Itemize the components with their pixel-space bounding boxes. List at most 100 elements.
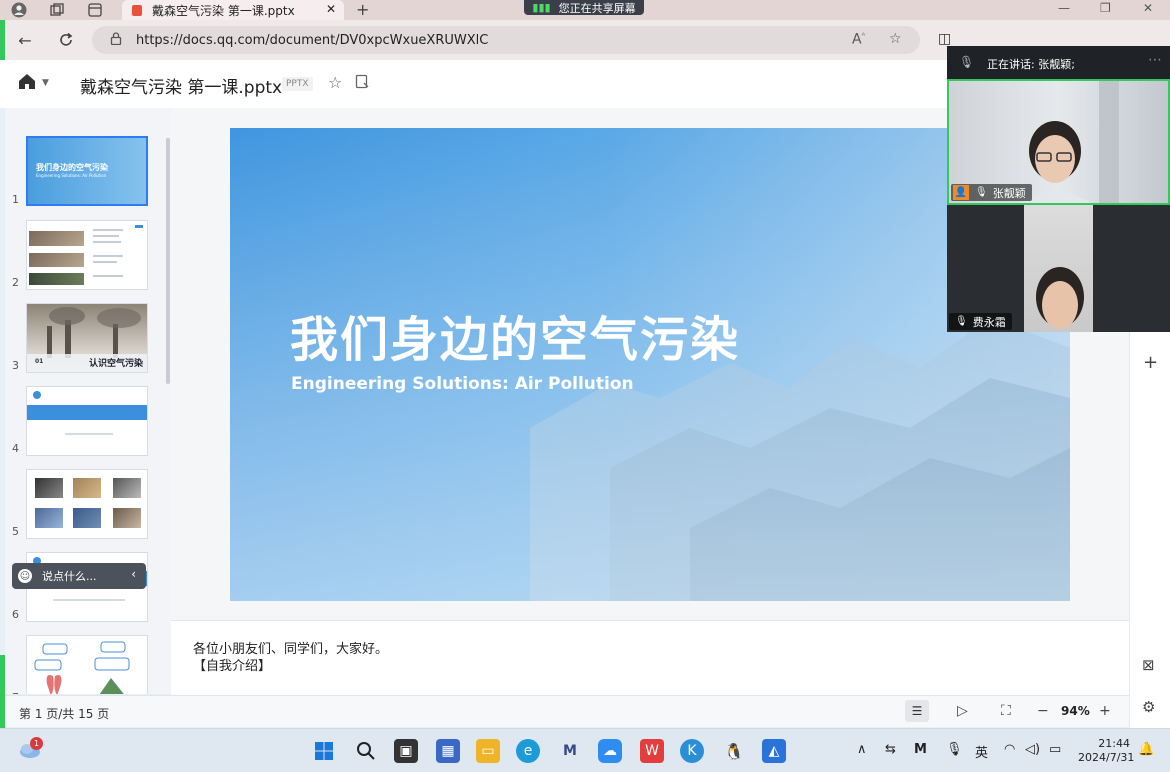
document-title[interactable]: 戴森空气污染 第一课.pptx (80, 73, 282, 98)
thumbnail-number: 6 (12, 608, 19, 621)
mini-image (29, 231, 84, 246)
store-icon[interactable]: ▦ (436, 739, 460, 763)
thumbnail-number: 1 (12, 193, 19, 206)
host-avatar-icon: 👤 (953, 185, 969, 200)
tray-m-icon[interactable]: M (914, 742, 927, 757)
participant-1-name: 张靓颖 (992, 186, 1026, 200)
smiley-icon[interactable]: ☺ (18, 569, 32, 583)
speaking-label: 正在讲话: 张靓颖; (987, 58, 1075, 71)
qq-penguin-icon[interactable]: 🐧 (722, 739, 746, 763)
windows-start-icon[interactable] (312, 739, 336, 763)
zoom-in-icon[interactable]: + (1099, 703, 1111, 719)
thumbnail-slide-7[interactable] (26, 635, 148, 694)
mini-image (29, 253, 84, 267)
clock-time: 21:44 (1098, 737, 1130, 750)
thumbnail-number: 3 (12, 359, 19, 372)
wps-office-icon[interactable]: W (640, 739, 664, 763)
chat-placeholder[interactable]: 说点什么... (42, 568, 97, 584)
volume-icon[interactable]: ◁) (1025, 742, 1040, 757)
microphone-icon[interactable]: 🎙 (959, 55, 974, 69)
tray-expand-icon[interactable]: ∧ (857, 742, 867, 757)
mindmap-illustration (34, 641, 130, 694)
speaker-notes[interactable]: 各位小朋友们、同学们，大家好。 【自我介绍】 (171, 620, 1129, 695)
restore-icon[interactable]: ❐ (1100, 1, 1111, 15)
mini-image (29, 273, 84, 285)
notification-icon[interactable]: 🔔 (1138, 742, 1154, 757)
zoom-out-icon[interactable]: − (1037, 703, 1049, 719)
status-bar: 第 1 页/共 15 页 ☰ ▷ ⛶ − 94% + (5, 695, 1129, 727)
thumbnail-slide-1[interactable]: 我们身边的空气污染 Engineering Solutions: Air Pol… (26, 136, 148, 206)
slide-subtitle: Engineering Solutions: Air Pollution (291, 374, 634, 394)
window-close-icon[interactable]: ✕ (1143, 1, 1153, 15)
chevron-down-icon[interactable]: ▼ (42, 78, 49, 88)
refresh-icon[interactable] (55, 29, 77, 51)
chevron-left-icon[interactable]: ‹ (131, 567, 136, 581)
current-slide[interactable]: 我们身边的空气污染 Engineering Solutions: Air Pol… (230, 128, 1070, 601)
ime-language[interactable]: 英 (975, 742, 988, 761)
thumbnail-scrollbar[interactable] (166, 138, 170, 384)
back-arrow-icon[interactable]: ← (14, 29, 36, 51)
more-options-icon[interactable]: ⋯ (1148, 52, 1162, 68)
play-slideshow-icon[interactable]: ▷ (957, 703, 968, 719)
favorite-star-icon[interactable]: ☆ (889, 31, 902, 47)
file-explorer-icon[interactable]: ▭ (476, 739, 500, 763)
video-tile-participant-1[interactable]: 👤 🎙 张靓颖 (947, 79, 1170, 205)
split-screen-icon[interactable]: ◫ (938, 31, 951, 47)
thumbnail-slide-3[interactable]: 01 认识空气污染 (26, 303, 148, 373)
thumbnail-slide-5[interactable] (26, 469, 148, 539)
mic-muted-icon: 🎙 (955, 316, 968, 327)
wifi-icon[interactable]: ◠ (1004, 742, 1015, 757)
tray-mic-icon[interactable]: 🎙 (946, 742, 963, 757)
edge-browser-icon[interactable]: e (516, 739, 540, 763)
home-icon[interactable] (18, 73, 36, 95)
screenshot-icon[interactable]: ⊠ (1142, 656, 1155, 674)
read-aloud-icon[interactable]: Aᴬ (852, 31, 865, 48)
minimize-icon[interactable]: — (1058, 1, 1070, 15)
signal-bars-icon: ▮▮▮ (532, 1, 551, 14)
cloud-app-icon[interactable]: ☁ (598, 739, 622, 763)
fit-screen-icon[interactable]: ⛶ (1001, 703, 1011, 719)
thumbnail-3-section-number: 01 (35, 358, 44, 365)
thumbnail-slide-2[interactable] (26, 220, 148, 290)
profile-icon[interactable] (8, 0, 30, 20)
participant-2-video (1024, 205, 1093, 332)
add-icon[interactable]: + (1143, 352, 1158, 373)
tab-close-icon[interactable]: ✕ (326, 2, 336, 16)
tab-active-document[interactable]: 戴森空气污染 第一课.pptx ✕ (122, 0, 344, 20)
new-tab-button[interactable]: + (356, 0, 369, 19)
clock-date: 2024/7/31 (1078, 751, 1135, 764)
tab-actions-icon[interactable] (86, 1, 104, 19)
thumbnail-number: 7 (12, 691, 19, 694)
mic-on-icon: 🎙 (975, 187, 988, 198)
task-view-icon[interactable]: ▣ (394, 739, 418, 763)
address-bar[interactable]: https://docs.qq.com/document/DV0xpcWxueX… (92, 26, 920, 54)
thumbnail-1-title: 我们身边的空气污染 (36, 163, 108, 172)
chat-input-bubble[interactable]: ☺ 说点什么... ‹ (12, 563, 146, 589)
system-clock[interactable]: 21:44 2024/7/31 (1078, 737, 1135, 765)
star-icon[interactable]: ☆ (328, 73, 342, 92)
thumbnail-number: 5 (12, 525, 19, 538)
battery-icon[interactable]: ▭ (1049, 742, 1061, 757)
notes-line-2[interactable]: 【自我介绍】 (193, 655, 271, 674)
thumbnail-number: 4 (12, 442, 19, 455)
thumbnail-1-subtitle: Engineering Solutions: Air Pollution (36, 173, 107, 178)
notes-toggle-icon[interactable]: ☰ (905, 700, 929, 722)
weather-notification-badge: 1 (30, 737, 43, 750)
thumbnail-slide-4[interactable] (26, 386, 148, 456)
settings-gear-icon[interactable]: ⚙ (1142, 698, 1155, 716)
kugou-icon[interactable]: K (680, 739, 704, 763)
photos-icon[interactable]: ◭ (762, 739, 786, 763)
bookmark-tag-icon[interactable] (355, 74, 370, 93)
search-icon[interactable] (354, 739, 378, 763)
windows-taskbar: 1 ▣ ▦ ▭ e M ☁ W K 🐧 ◭ ∧ ⇆ M 🎙 英 ◠ ◁) ▭ 2… (0, 728, 1170, 772)
tencent-meeting-m-icon[interactable]: M (558, 739, 582, 763)
video-tile-participant-2[interactable]: 🎙 费永霜 (947, 205, 1170, 332)
doc-header: ▼ 戴森空气污染 第一课.pptx PPTX ☆ (0, 60, 947, 108)
collections-icon[interactable] (48, 1, 66, 19)
slide-thumbnail-panel[interactable]: 我们身边的空气污染 Engineering Solutions: Air Pol… (5, 108, 171, 694)
pptx-favicon-icon (132, 4, 142, 16)
zoom-level[interactable]: 94% (1061, 704, 1090, 718)
tray-settings-icon[interactable]: ⇆ (885, 742, 896, 757)
url-text[interactable]: https://docs.qq.com/document/DV0xpcWxueX… (136, 33, 488, 48)
screen-share-banner[interactable]: ▮▮▮ 您正在共享屏幕 (524, 0, 644, 15)
